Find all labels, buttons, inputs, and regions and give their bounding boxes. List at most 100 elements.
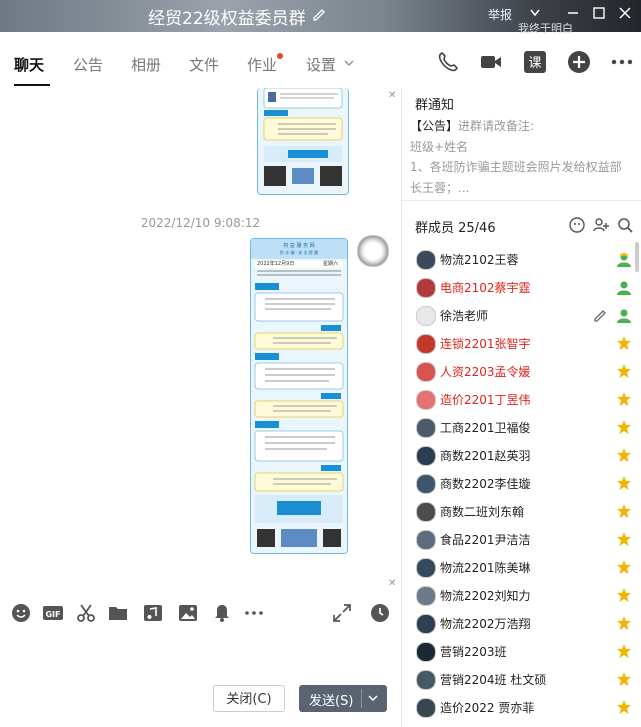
member-name: 食品2201尹洁洁 xyxy=(440,533,531,547)
tab-chat[interactable]: 聊天 xyxy=(14,54,44,75)
member-avatar[interactable] xyxy=(416,446,436,466)
chat-area[interactable]: ✕ 2022/12/10 9:08:12 权 益 服 务 网 防 诈 骗 · 安… xyxy=(0,88,401,593)
member-row[interactable]: 造价2022 贾亦菲 xyxy=(402,694,641,722)
bell-icon[interactable] xyxy=(212,603,232,623)
member-row[interactable]: 人资2203孟令媛 xyxy=(402,358,641,386)
video-icon[interactable] xyxy=(479,50,503,74)
close-button[interactable]: 关闭(C) xyxy=(213,685,285,712)
member-avatar[interactable] xyxy=(416,502,436,522)
member-name: 连锁2201张智宇 xyxy=(440,337,531,351)
member-row[interactable]: 商数2201赵英羽 xyxy=(402,442,641,470)
member-row[interactable]: 物流2202刘知力 xyxy=(402,582,641,610)
report-link[interactable]: 举报 xyxy=(488,6,512,23)
settings-chevron-down-icon[interactable] xyxy=(344,59,354,67)
image-message[interactable]: 权 益 服 务 网 防 诈 骗 · 安 全 提 醒 2022年12月9日 星期六 xyxy=(250,238,348,554)
member-name: 营销2204班 杜文硕 xyxy=(440,673,547,687)
member-name: 物流2102王蓉 xyxy=(440,253,519,267)
history-clock-icon[interactable] xyxy=(370,603,390,623)
collapse-icon[interactable] xyxy=(528,6,542,20)
notice-title: 群通知 xyxy=(415,98,455,113)
send-button[interactable]: 发送(S) xyxy=(299,685,387,712)
scroll-down-icon[interactable]: ✕ xyxy=(388,578,396,589)
star-badge-icon xyxy=(616,699,632,715)
member-avatar[interactable] xyxy=(416,334,436,354)
tab-settings[interactable]: 设置 xyxy=(306,54,336,75)
compose-toolbar: GIF xyxy=(0,593,401,633)
notice-line-1[interactable]: 【公告】进群请改备注: xyxy=(410,117,534,134)
image-icon[interactable] xyxy=(178,603,198,623)
member-row[interactable]: 食品2201尹洁洁 xyxy=(402,526,641,554)
search-member-icon[interactable] xyxy=(617,217,633,233)
send-label: 发送(S) xyxy=(309,694,354,709)
owner-badge-icon xyxy=(616,251,632,267)
edit-title-icon[interactable] xyxy=(311,6,327,22)
send-options-chevron-icon[interactable] xyxy=(367,688,379,708)
member-avatar[interactable] xyxy=(416,586,436,606)
member-row[interactable]: 工商2201卫福俊 xyxy=(402,414,641,442)
previous-image-message[interactable] xyxy=(257,88,349,195)
gif-icon[interactable]: GIF xyxy=(43,603,63,623)
scissors-icon[interactable] xyxy=(76,603,96,623)
music-icon[interactable] xyxy=(143,603,163,623)
member-name: 商数2202李佳璇 xyxy=(440,477,531,491)
tab-album[interactable]: 相册 xyxy=(131,54,161,75)
member-avatar[interactable] xyxy=(416,530,436,550)
member-row[interactable]: 营销2204班 杜文硕 xyxy=(402,666,641,694)
member-avatar[interactable] xyxy=(416,698,436,718)
member-avatar[interactable] xyxy=(416,642,436,662)
close-icon[interactable] xyxy=(618,6,632,20)
lesson-icon[interactable]: 课 xyxy=(523,50,547,74)
emoji-icon[interactable] xyxy=(11,603,31,623)
member-row[interactable]: 商数二班刘东翰 xyxy=(402,498,641,526)
tab-files[interactable]: 文件 xyxy=(189,54,219,75)
star-badge-icon xyxy=(616,391,632,407)
maximize-icon[interactable] xyxy=(592,6,606,20)
member-row[interactable]: 徐浩老师 xyxy=(402,302,641,330)
member-name: 造价2022 贾亦菲 xyxy=(440,701,535,715)
folder-icon[interactable] xyxy=(108,603,128,623)
svg-text:防 诈 骗 · 安 全 提 醒: 防 诈 骗 · 安 全 提 醒 xyxy=(280,249,318,255)
sender-avatar[interactable] xyxy=(357,235,389,267)
member-row[interactable]: 造价2201丁昱伟 xyxy=(402,386,641,414)
member-avatar[interactable] xyxy=(416,670,436,690)
member-manage-icon[interactable] xyxy=(569,217,585,233)
member-avatar[interactable] xyxy=(416,250,436,270)
member-avatar[interactable] xyxy=(416,306,436,326)
add-member-icon[interactable] xyxy=(593,217,609,233)
member-row[interactable]: 物流2202万浩翔 xyxy=(402,610,641,638)
star-badge-icon xyxy=(616,419,632,435)
member-row[interactable]: 营销2203班 xyxy=(402,638,641,666)
members-title: 群成员 25/46 xyxy=(415,221,496,236)
member-avatar[interactable] xyxy=(416,614,436,634)
member-avatar[interactable] xyxy=(416,474,436,494)
minimize-icon[interactable] xyxy=(566,6,580,20)
tab-announcement[interactable]: 公告 xyxy=(73,54,103,75)
member-row[interactable]: 连锁2201张智宇 xyxy=(402,330,641,358)
homework-notification-dot xyxy=(277,53,283,59)
notice-line-3: 1、各班防诈骗主题班会照片发给权益部 xyxy=(410,160,622,174)
tab-homework[interactable]: 作业 xyxy=(247,54,277,75)
member-avatar[interactable] xyxy=(416,418,436,438)
member-row[interactable]: 商数2202李佳璇 xyxy=(402,470,641,498)
scroll-up-icon[interactable]: ✕ xyxy=(388,90,396,101)
member-row[interactable]: 电商2102蔡宇霆 xyxy=(402,274,641,302)
star-badge-icon xyxy=(616,615,632,631)
expand-icon[interactable] xyxy=(332,603,352,623)
notice-line-2: 班级+姓名 xyxy=(410,140,469,154)
add-icon[interactable] xyxy=(567,50,591,74)
edit-nickname-icon[interactable] xyxy=(592,307,608,323)
member-row[interactable]: 物流2102王蓉 xyxy=(402,246,641,274)
star-badge-icon xyxy=(616,671,632,687)
more-icon[interactable] xyxy=(610,50,634,74)
notice-tag: 【公告】 xyxy=(410,119,459,133)
message-input[interactable] xyxy=(0,633,401,678)
member-avatar[interactable] xyxy=(416,558,436,578)
member-row[interactable]: 物流2201陈美琳 xyxy=(402,554,641,582)
member-avatar[interactable] xyxy=(416,362,436,382)
member-avatar[interactable] xyxy=(416,278,436,298)
phone-icon[interactable] xyxy=(436,50,460,74)
group-info-panel: 群通知 【公告】进群请改备注: 班级+姓名 1、各班防诈骗主题班会照片发给权益部… xyxy=(401,88,641,727)
window-title: 经贸22级权益委员群 xyxy=(148,9,306,29)
member-avatar[interactable] xyxy=(416,390,436,410)
more-tools-icon[interactable] xyxy=(244,603,264,623)
